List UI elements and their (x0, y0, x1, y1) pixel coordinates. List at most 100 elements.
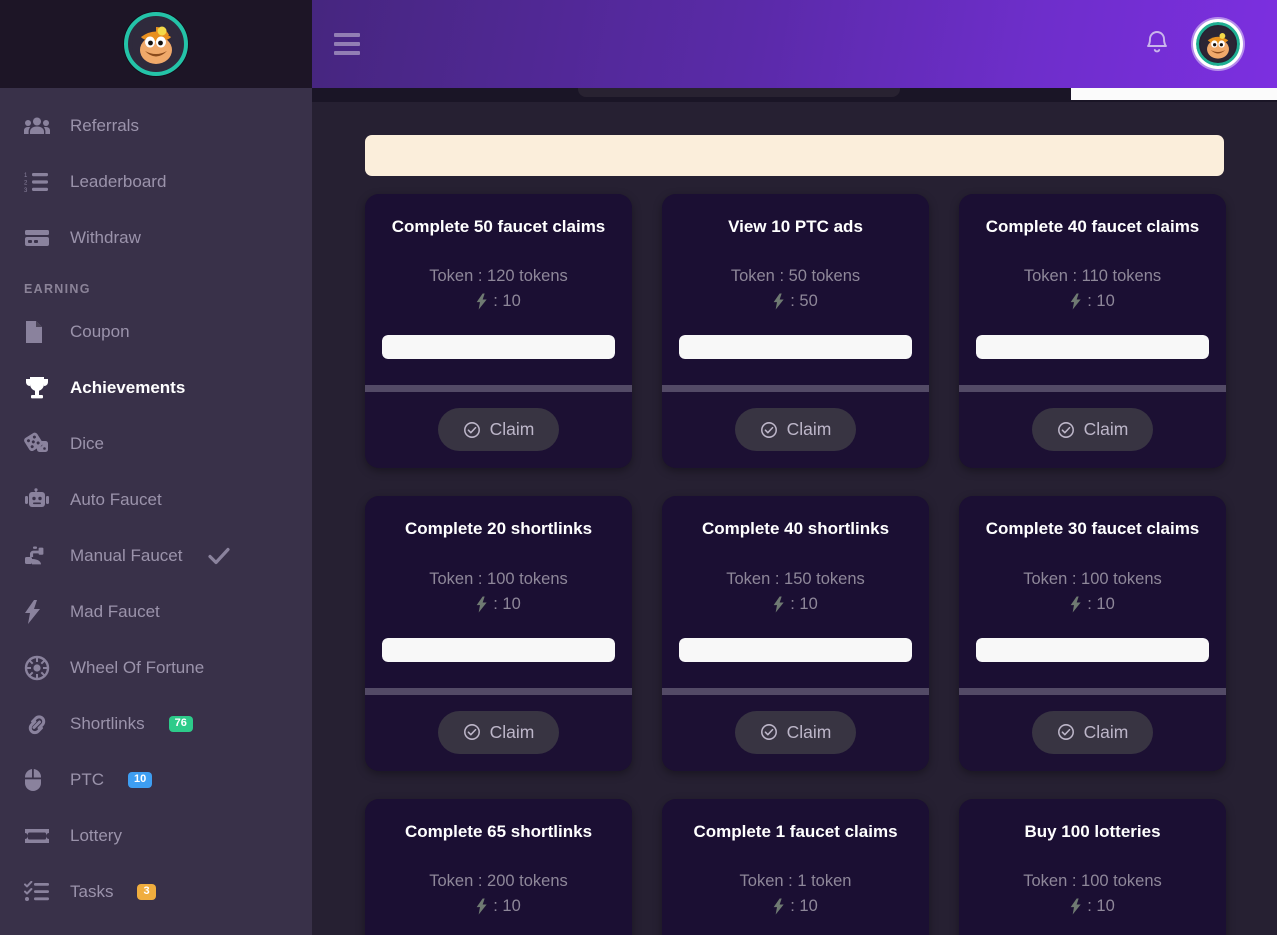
svg-text:1: 1 (24, 173, 28, 179)
notice-banner (365, 135, 1224, 176)
card-footer: Claim (959, 392, 1226, 469)
sidebar-item-auto-faucet[interactable]: Auto Faucet (0, 472, 312, 528)
card-title: View 10 PTC ads (728, 217, 863, 236)
achievement-card: Complete 20 shortlinks Token : 100 token… (365, 496, 632, 771)
sidebar-item-achievements[interactable]: Achievements (0, 360, 312, 416)
claim-button[interactable]: Claim (734, 710, 857, 754)
card-divider (662, 385, 929, 393)
progress-bar (679, 335, 912, 360)
progress-bar (976, 335, 1209, 360)
achievement-card: View 10 PTC ads Token : 50 tokens : 50 C… (662, 194, 929, 469)
sidebar-logo[interactable] (0, 0, 312, 88)
sidebar-item-lottery[interactable]: Lottery (0, 808, 312, 864)
sidebar-item-referrals[interactable]: Referrals (0, 98, 312, 154)
avatar-image (1196, 22, 1240, 66)
sidebar-item-label: Wheel Of Fortune (70, 658, 205, 677)
sidebar-item-tasks[interactable]: Tasks 3 (0, 864, 312, 920)
claim-button[interactable]: Claim (734, 408, 857, 452)
claim-button[interactable]: Claim (437, 710, 560, 754)
sidebar-item-mad-faucet[interactable]: Mad Faucet (0, 584, 312, 640)
card-energy-reward: : 10 (976, 897, 1209, 916)
trophy-icon (24, 375, 54, 401)
sidebar-item-ptc[interactable]: PTC 10 (0, 752, 312, 808)
partial-dropdown-panel[interactable] (1071, 88, 1277, 100)
sidebar-item-label: Coupon (70, 322, 130, 341)
card-divider (365, 687, 632, 695)
sidebar-item-dice[interactable]: Dice (0, 416, 312, 472)
document-icon (24, 319, 54, 345)
bolt-icon (1070, 596, 1082, 613)
sidebar-item-label: Lottery (70, 826, 122, 845)
claim-button-label: Claim (1083, 721, 1129, 742)
check-circle-icon (760, 421, 778, 439)
progress-bar (382, 335, 615, 360)
bell-icon[interactable] (1145, 29, 1169, 60)
card-energy-reward: : 10 (679, 897, 912, 916)
users-icon (24, 113, 54, 139)
card-token-reward: Token : 150 tokens (726, 569, 865, 588)
app-root: Referrals 123 Leaderboard Withdraw EARNI… (0, 0, 1277, 935)
progress-bar (679, 637, 912, 662)
check-circle-icon (463, 421, 481, 439)
card-footer: Claim (662, 392, 929, 469)
claim-button-label: Claim (489, 721, 535, 742)
progress-fill (382, 637, 615, 662)
top-header (312, 0, 1277, 88)
card-energy-reward: : 50 (679, 292, 912, 311)
dice-icon (24, 431, 54, 457)
hamburger-icon[interactable] (334, 33, 360, 55)
card-body: Buy 100 lotteries Token : 100 tokens : 1… (959, 798, 1226, 935)
sidebar-item-leaderboard[interactable]: 1 23 Leaderboard (0, 154, 312, 210)
card-token-reward: Token : 110 tokens (1023, 267, 1162, 286)
sidebar-item-wheel-of-fortune[interactable]: Wheel Of Fortune (0, 640, 312, 696)
link-icon (24, 711, 54, 737)
claim-button-label: Claim (489, 419, 535, 440)
card-token-reward: Token : 120 tokens (429, 267, 568, 286)
sidebar-item-shortlinks[interactable]: Shortlinks 76 (0, 696, 312, 752)
card-title: Complete 20 shortlinks (404, 519, 593, 539)
claim-button[interactable]: Claim (1031, 408, 1154, 452)
shortlinks-badge: 76 (168, 716, 193, 732)
check-circle-icon (1057, 723, 1075, 741)
card-divider (365, 385, 632, 393)
partial-tab-element[interactable] (578, 88, 900, 97)
sidebar-item-label: Leaderboard (70, 172, 167, 191)
sidebar-item-manual-faucet[interactable]: Manual Faucet (0, 528, 312, 584)
card-energy-reward: : 10 (382, 292, 615, 311)
bolt-icon (1070, 898, 1082, 915)
card-energy-value: : 10 (493, 896, 521, 915)
check-circle-icon (1057, 421, 1075, 439)
claim-button[interactable]: Claim (437, 408, 560, 452)
card-token-reward: Token : 1 token (739, 871, 852, 890)
card-body: Complete 20 shortlinks Token : 100 token… (365, 496, 632, 688)
claim-button-label: Claim (786, 419, 832, 440)
achievement-card: Complete 65 shortlinks Token : 200 token… (365, 798, 632, 935)
bolt-icon (773, 596, 785, 613)
sidebar-item-coupon[interactable]: Coupon (0, 304, 312, 360)
card-divider (959, 687, 1226, 695)
header-actions (1145, 19, 1243, 69)
progress-fill (976, 335, 1209, 360)
sidebar-item-label: Shortlinks (70, 714, 145, 733)
card-energy-value: : 10 (1087, 896, 1115, 915)
sidebar-item-label: Mad Faucet (70, 602, 160, 621)
progress-fill (976, 637, 1209, 662)
card-energy-reward: : 10 (679, 595, 912, 614)
bolt-icon (24, 599, 54, 625)
sidebar-item-withdraw[interactable]: Withdraw (0, 210, 312, 266)
sidebar-item-label: Auto Faucet (70, 490, 162, 509)
claim-button[interactable]: Claim (1031, 710, 1154, 754)
card-title: Buy 100 lotteries (1024, 821, 1161, 841)
sidebar: Referrals 123 Leaderboard Withdraw EARNI… (0, 0, 312, 935)
card-body: Complete 40 faucet claims Token : 110 to… (959, 194, 1226, 386)
card-energy-value: : 10 (493, 292, 521, 311)
achievements-grid: Complete 50 faucet claims Token : 120 to… (365, 194, 1270, 935)
card-energy-value: : 10 (1087, 292, 1115, 311)
bolt-icon (476, 596, 488, 613)
card-title: Complete 40 shortlinks (701, 519, 890, 539)
progress-fill (679, 637, 912, 662)
avatar[interactable] (1193, 19, 1243, 69)
card-footer: Claim (365, 392, 632, 469)
sidebar-item-label: Withdraw (70, 228, 141, 247)
card-title: Complete 50 faucet claims (391, 217, 606, 236)
